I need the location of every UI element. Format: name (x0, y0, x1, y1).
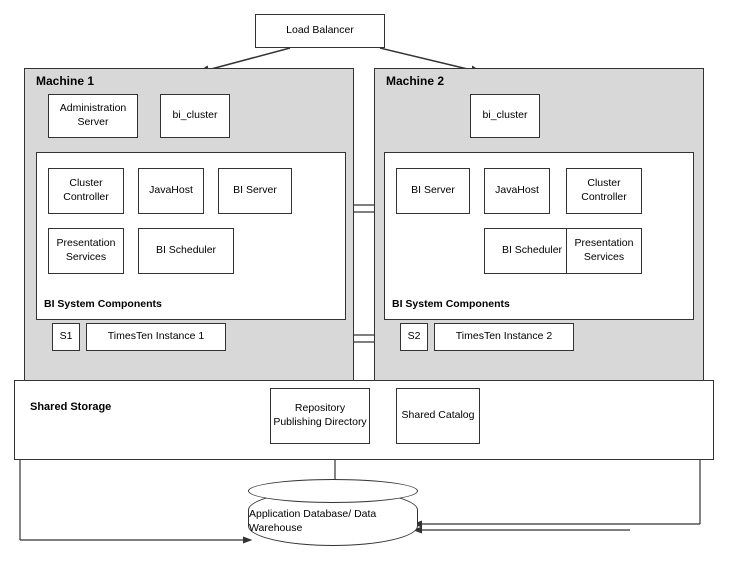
bi-server-2-label: BI Server (411, 184, 455, 198)
cluster-controller-1-label: Cluster Controller (49, 177, 123, 204)
javahost-1-box: JavaHost (138, 168, 204, 214)
diagram-container: Load Balancer Machine 1 Machine 2 Admini… (0, 0, 735, 568)
bi-scheduler-1-box: BI Scheduler (138, 228, 234, 274)
javahost-1-label: JavaHost (149, 184, 193, 198)
bi-cluster-1-label: bi_cluster (173, 109, 218, 123)
admin-server-box: Administration Server (48, 94, 138, 138)
bi-cluster-1-box: bi_cluster (160, 94, 230, 138)
shared-catalog-label: Shared Catalog (402, 409, 475, 423)
admin-server-label: Administration Server (49, 102, 137, 129)
app-database-shape: Application Database/ Data Warehouse (248, 490, 418, 546)
presentation-services-1-label: Presentation Services (49, 237, 123, 264)
bi-system-2-label: BI System Components (392, 298, 510, 310)
javahost-2-label: JavaHost (495, 184, 539, 198)
s2-box: S2 (400, 323, 428, 351)
cluster-controller-1-box: Cluster Controller (48, 168, 124, 214)
app-database-label: Application Database/ Data Warehouse (249, 508, 417, 535)
presentation-services-1-box: Presentation Services (48, 228, 124, 274)
machine2-label: Machine 2 (386, 74, 444, 88)
presentation-services-2-box: Presentation Services (566, 228, 642, 274)
bi-cluster-2-box: bi_cluster (470, 94, 540, 138)
load-balancer-label: Load Balancer (286, 24, 354, 38)
bi-cluster-2-label: bi_cluster (483, 109, 528, 123)
bi-scheduler-2-label: BI Scheduler (502, 244, 562, 258)
timesten-2-label: TimesTen Instance 2 (456, 330, 553, 344)
repository-publishing-box: Repository Publishing Directory (270, 388, 370, 444)
timesten-1-container: S1 TimesTen Instance 1 (52, 323, 226, 351)
repository-publishing-label: Repository Publishing Directory (271, 402, 369, 429)
bi-system-1-label: BI System Components (44, 298, 162, 310)
s1-box: S1 (52, 323, 80, 351)
s2-label: S2 (408, 330, 421, 344)
timesten-1-label: TimesTen Instance 1 (108, 330, 205, 344)
timesten-1-box: TimesTen Instance 1 (86, 323, 226, 351)
javahost-2-box: JavaHost (484, 168, 550, 214)
cluster-controller-2-box: Cluster Controller (566, 168, 642, 214)
timesten-2-box: TimesTen Instance 2 (434, 323, 574, 351)
shared-catalog-box: Shared Catalog (396, 388, 480, 444)
load-balancer-box: Load Balancer (255, 14, 385, 48)
presentation-services-2-label: Presentation Services (567, 237, 641, 264)
bi-server-2-box: BI Server (396, 168, 470, 214)
bi-scheduler-1-label: BI Scheduler (156, 244, 216, 258)
timesten-2-container: S2 TimesTen Instance 2 (400, 323, 574, 351)
bi-server-1-box: BI Server (218, 168, 292, 214)
machine1-label: Machine 1 (36, 74, 94, 88)
s1-label: S1 (60, 330, 73, 344)
bi-server-1-label: BI Server (233, 184, 277, 198)
cluster-controller-2-label: Cluster Controller (567, 177, 641, 204)
shared-storage-label: Shared Storage (30, 400, 111, 414)
